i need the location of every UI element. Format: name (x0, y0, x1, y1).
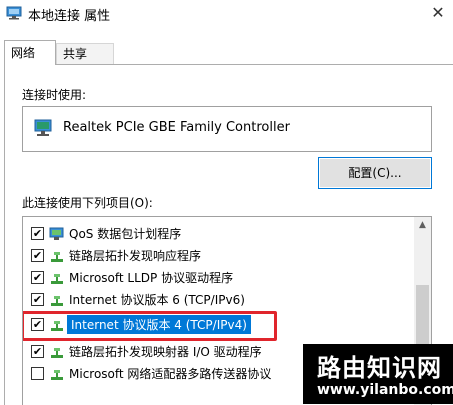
window-title: 本地连接 属性 (28, 9, 111, 24)
network-connection-icon (6, 6, 22, 20)
item-checkbox[interactable]: ✔ (31, 345, 44, 358)
item-label: Internet 协议版本 6 (TCP/IPv6) (69, 293, 245, 307)
items-label: 此连接使用下列项目(O): (22, 196, 153, 210)
scroll-up-icon[interactable]: ▲ (414, 217, 431, 234)
list-item-lldp[interactable]: ✔ Microsoft LLDP 协议驱动程序 (23, 267, 413, 289)
item-label: Microsoft 网络适配器多路传送器协议 (69, 367, 272, 381)
item-checkbox[interactable]: ✔ (31, 227, 44, 240)
tab-network[interactable]: 网络 (4, 40, 56, 65)
connect-using-label: 连接时使用: (22, 88, 87, 102)
protocol-icon (51, 252, 63, 262)
watermark: 路由知识网 www.yilanbo.com (303, 344, 453, 404)
protocol-icon (51, 370, 63, 380)
watermark-text: 路由知识网 (317, 353, 442, 382)
title-bar: 本地连接 属性 ✕ (0, 0, 453, 28)
item-checkbox[interactable]: ✔ (31, 318, 44, 331)
item-checkbox[interactable]: ✔ (31, 249, 44, 262)
item-checkbox[interactable]: ✔ (31, 271, 44, 284)
tab-sharing[interactable]: 共享 (56, 43, 114, 65)
protocol-icon (51, 274, 63, 284)
configure-button[interactable]: 配置(C)... (318, 157, 432, 189)
adapter-name: Realtek PCIe GBE Family Controller (63, 120, 290, 135)
adapter-box: Realtek PCIe GBE Family Controller (22, 106, 432, 152)
item-label: 链路层拓扑发现响应程序 (69, 249, 202, 263)
network-adapter-icon (34, 119, 52, 136)
list-item-lltd-responder[interactable]: ✔ 链路层拓扑发现响应程序 (23, 245, 413, 267)
list-item-ipv6[interactable]: ✔ Internet 协议版本 6 (TCP/IPv6) (23, 289, 413, 311)
protocol-icon (51, 296, 63, 306)
item-checkbox[interactable]: ✔ (31, 293, 44, 306)
item-label: Microsoft LLDP 协议驱动程序 (69, 271, 234, 285)
protocol-icon (51, 348, 63, 358)
item-label: QoS 数据包计划程序 (69, 227, 182, 241)
qos-scheduler-icon (49, 227, 64, 240)
protocol-icon (51, 321, 63, 331)
watermark-url: www.yilanbo.com (317, 382, 453, 398)
list-item-qos[interactable]: ✔ QoS 数据包计划程序 (23, 223, 413, 245)
item-checkbox[interactable] (31, 367, 44, 380)
item-label: Internet 协议版本 4 (TCP/IPv4) (67, 315, 251, 334)
list-item-ipv4[interactable]: ✔ Internet 协议版本 4 (TCP/IPv4) (23, 311, 413, 341)
item-label: 链路层拓扑发现映射器 I/O 驱动程序 (69, 345, 262, 359)
close-button[interactable]: ✕ (427, 2, 449, 24)
